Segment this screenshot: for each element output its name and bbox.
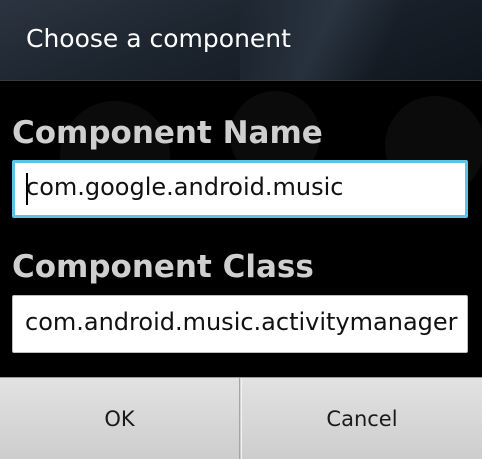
component-name-label: Component Name [12,115,323,151]
component-class-field[interactable]: com.android.music.activitymanager [12,295,468,353]
component-name-field[interactable]: com.google.android.music [12,160,468,218]
cancel-button[interactable]: Cancel [241,378,482,459]
dialog-title-bar: Choose a component [0,0,482,81]
dialog-body: Component Name com.google.android.music … [0,81,482,377]
ok-button[interactable]: OK [0,378,240,459]
dialog-title: Choose a component [26,24,291,53]
component-class-label: Component Class [12,249,314,285]
dialog-button-bar: OK Cancel [0,377,482,459]
choose-component-dialog: Choose a component Component Name com.go… [0,0,482,459]
component-name-value: com.google.android.music [26,173,344,201]
component-class-value: com.android.music.activitymanager [25,308,458,336]
